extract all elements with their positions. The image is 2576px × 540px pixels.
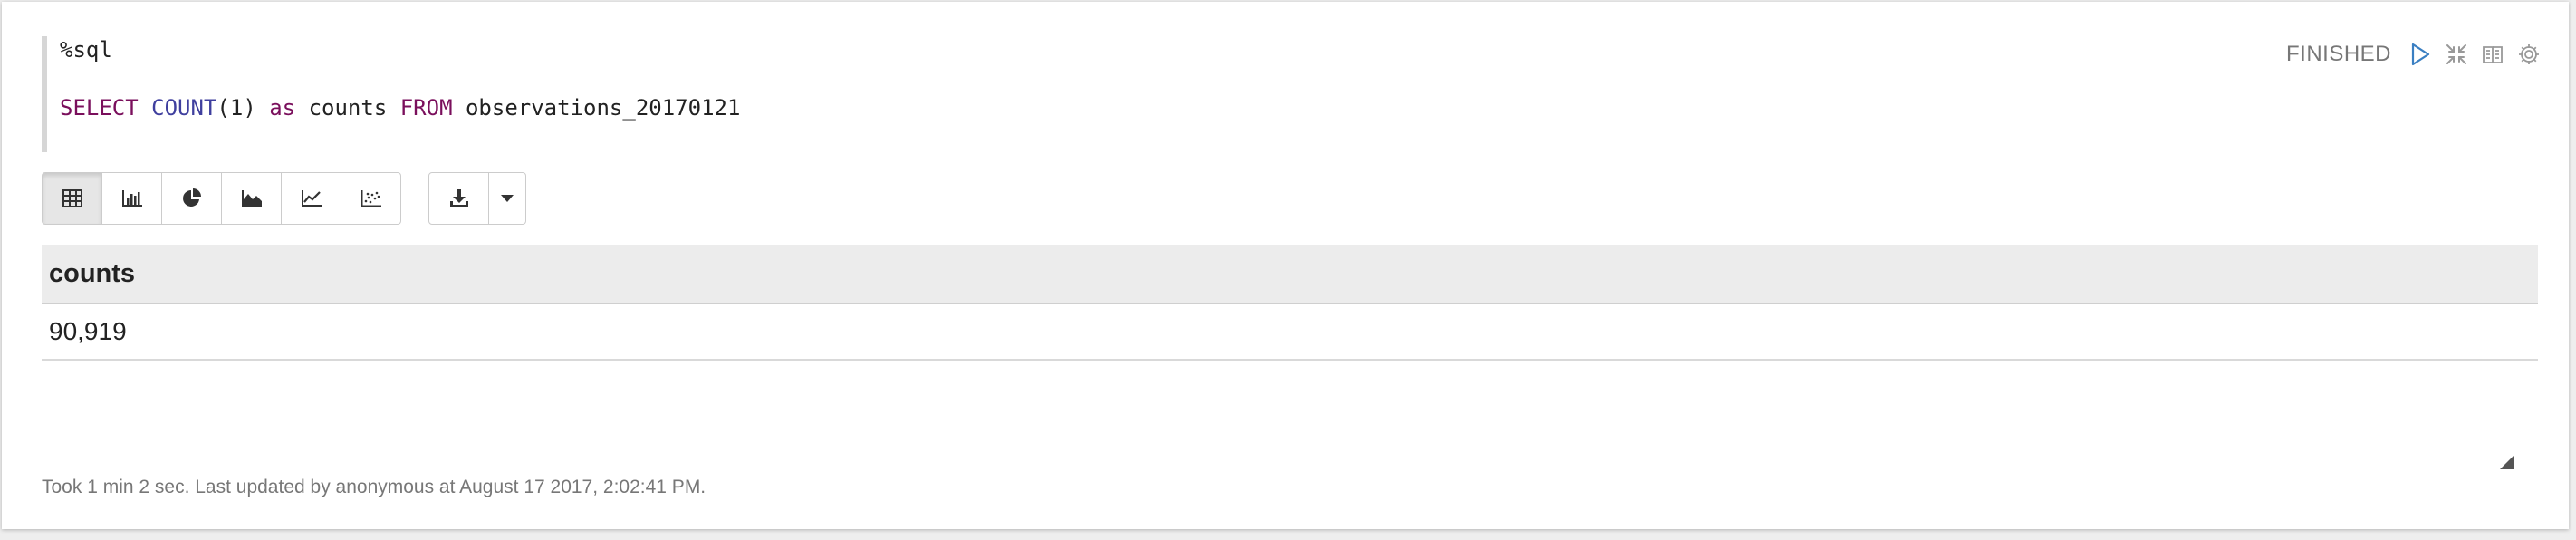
visualization-toolbar xyxy=(42,172,526,225)
code-editor[interactable]: %sql SELECT COUNT(1) as counts FROM obse… xyxy=(42,36,1134,152)
scatter-chart-icon xyxy=(360,190,381,207)
close-paren: ) xyxy=(243,95,256,121)
sql-keyword-select: SELECT xyxy=(60,95,139,121)
column-header-counts[interactable]: counts xyxy=(42,245,2538,304)
scatter-chart-button[interactable] xyxy=(341,172,401,225)
paragraph-controls: FINISHED xyxy=(2286,36,2542,72)
pie-chart-button[interactable] xyxy=(161,172,222,225)
line-chart-icon xyxy=(301,190,322,207)
download-button[interactable] xyxy=(428,172,489,225)
line-chart-button[interactable] xyxy=(281,172,341,225)
book-icon[interactable] xyxy=(2480,42,2505,67)
pie-chart-icon xyxy=(182,188,201,207)
download-options-dropdown[interactable] xyxy=(488,172,526,225)
sql-function-count: COUNT xyxy=(151,95,217,121)
count-argument: 1 xyxy=(229,95,244,121)
bar-chart-button[interactable] xyxy=(101,172,162,225)
paragraph-footer: Took 1 min 2 sec. Last updated by anonym… xyxy=(42,477,706,497)
notebook-paragraph: %sql SELECT COUNT(1) as counts FROM obse… xyxy=(2,2,2569,529)
sql-keyword-from: FROM xyxy=(399,95,453,121)
download-icon xyxy=(449,189,468,207)
open-paren: ( xyxy=(216,95,230,121)
caret-down-icon xyxy=(501,195,514,202)
view-switcher xyxy=(42,172,401,225)
sql-keyword-as: as xyxy=(269,95,296,121)
run-icon[interactable] xyxy=(2408,42,2433,67)
table-view-button[interactable] xyxy=(42,172,102,225)
resize-grip-icon xyxy=(2500,455,2514,469)
code-line-query: SELECT COUNT(1) as counts FROM observati… xyxy=(60,94,740,121)
result-table: counts 90,919 xyxy=(42,245,2538,361)
area-chart-button[interactable] xyxy=(221,172,282,225)
bar-chart-icon xyxy=(121,190,142,207)
column-alias: counts xyxy=(308,95,388,121)
collapse-arrows-icon[interactable] xyxy=(2444,42,2469,67)
download-group xyxy=(428,172,526,225)
status-text: FINISHED xyxy=(2285,42,2391,66)
table-cell: 90,919 xyxy=(42,304,2538,361)
resize-handle[interactable] xyxy=(2500,455,2514,469)
table-name: observations_20170121 xyxy=(465,95,741,121)
table-icon xyxy=(62,189,82,207)
gear-icon[interactable] xyxy=(2516,42,2542,67)
area-chart-icon xyxy=(241,190,262,207)
code-line-interpreter: %sql xyxy=(60,37,112,63)
